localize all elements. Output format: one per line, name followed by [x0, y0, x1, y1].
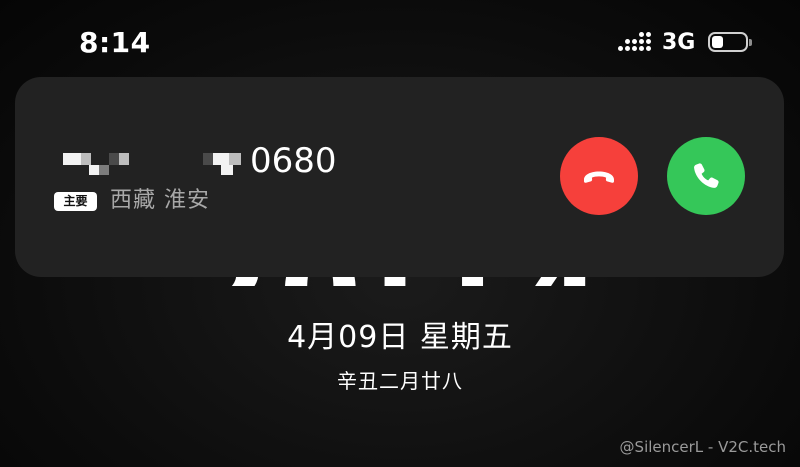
lunar-date: 辛丑二月廿八: [337, 369, 463, 393]
status-time: 8:14: [79, 26, 151, 59]
caller-location: 西藏 淮安: [110, 188, 210, 213]
network-type: 3G: [662, 30, 696, 55]
accept-call-button[interactable]: [667, 137, 745, 215]
lock-screen-date: 4月09日 星期五: [287, 320, 513, 355]
caller-tag-badge: 主要: [54, 192, 97, 211]
watermark: @SilencerL - V2C.tech: [619, 438, 786, 456]
incoming-call-banner[interactable]: 0680 主要 西藏 淮安: [15, 77, 784, 277]
phone-hangup-icon: [584, 171, 614, 183]
caller-number-suffix: 0680: [250, 141, 337, 181]
battery-fill: [712, 36, 723, 48]
phone-icon: [694, 163, 719, 188]
battery-icon: [708, 32, 752, 54]
redacted-digits: [63, 153, 81, 165]
caller-number: 0680: [53, 139, 353, 183]
decline-call-button[interactable]: [560, 137, 638, 215]
signal-dots-icon: [618, 32, 652, 53]
